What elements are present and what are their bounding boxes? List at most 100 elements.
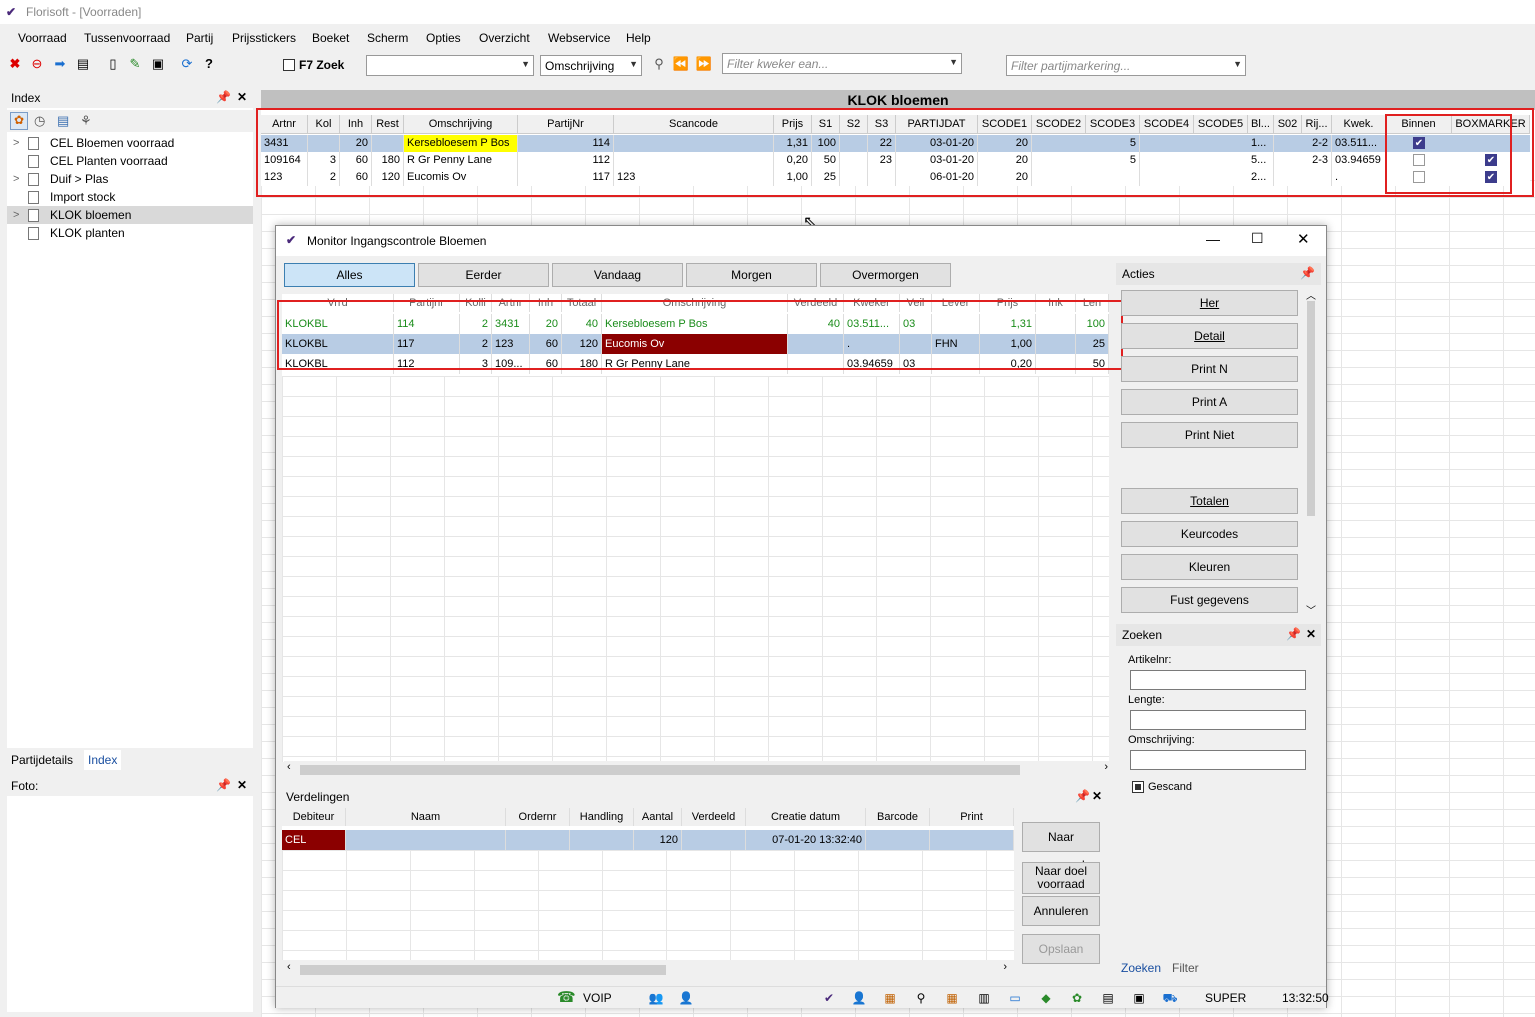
print-n-button[interactable]: Print N bbox=[1121, 356, 1298, 382]
next-icon[interactable]: ⏩ bbox=[695, 55, 713, 73]
tree-item-cel-bloemen[interactable]: > CEL Bloemen voorraad bbox=[7, 134, 253, 152]
users-icon[interactable]: 👥 bbox=[648, 990, 664, 1006]
tab-index[interactable]: Index bbox=[84, 750, 122, 770]
magnify-icon[interactable]: ⚲ bbox=[913, 990, 929, 1006]
lengte-input[interactable] bbox=[1130, 710, 1306, 730]
tab-partijdetails[interactable]: Partijdetails bbox=[11, 753, 73, 767]
scrollbar-thumb[interactable] bbox=[300, 965, 666, 975]
menu-scherm[interactable]: Scherm bbox=[367, 31, 408, 45]
flower-icon[interactable]: ✿ bbox=[10, 112, 28, 130]
tab-zoeken[interactable]: Zoeken bbox=[1121, 961, 1161, 975]
opslaan-button[interactable]: Opslaan bbox=[1022, 934, 1100, 964]
chevron-down-icon[interactable]: ﹀ bbox=[1306, 602, 1316, 617]
user-switch-icon[interactable]: 👤 bbox=[678, 990, 694, 1006]
acties-scrollbar[interactable]: ︿ ﹀ bbox=[1304, 287, 1318, 617]
forward-icon[interactable]: ➡ bbox=[51, 55, 69, 73]
chevron-left-icon[interactable]: ‹ bbox=[287, 961, 291, 973]
col-aantal[interactable]: Aantal bbox=[634, 808, 682, 826]
keurcodes-button[interactable]: Keurcodes bbox=[1121, 521, 1298, 547]
close-icon[interactable]: ✕ bbox=[1306, 627, 1316, 641]
menu-opties[interactable]: Opties bbox=[426, 31, 461, 45]
close-icon[interactable]: ✕ bbox=[1092, 789, 1102, 803]
verdelingen-scrollbar[interactable]: ‹ › bbox=[284, 961, 1010, 977]
gescand-checkbox[interactable] bbox=[1132, 781, 1144, 793]
tree-item-klok-bloemen[interactable]: > KLOK bloemen bbox=[7, 206, 253, 224]
tab-filter[interactable]: Filter bbox=[1172, 961, 1199, 975]
f7-checkbox[interactable] bbox=[283, 59, 295, 71]
artikelnr-input[interactable] bbox=[1130, 670, 1306, 690]
print-icon[interactable]: ▤ bbox=[74, 55, 92, 73]
col-barcode[interactable]: Barcode bbox=[866, 808, 930, 826]
filter-kweker-input[interactable]: Filter kweker ean... ▼ bbox=[722, 53, 962, 74]
close-icon[interactable]: ✕ bbox=[1297, 230, 1310, 248]
filter-alles-button[interactable]: Alles bbox=[284, 263, 415, 287]
folder-icon[interactable]: ▤ bbox=[57, 113, 69, 129]
annuleren-button[interactable]: Annuleren bbox=[1022, 896, 1100, 926]
monitor-grid-scrollbar[interactable]: ‹ › bbox=[284, 761, 1111, 777]
expand-icon[interactable]: > bbox=[13, 206, 19, 224]
stop-icon[interactable]: ⊖ bbox=[28, 55, 46, 73]
verdeling-row[interactable]: CEL 120 07-01-20 13:32:40 bbox=[282, 830, 1014, 850]
totalen-button[interactable]: Totalen bbox=[1121, 488, 1298, 514]
menu-help[interactable]: Help bbox=[626, 31, 651, 45]
delete-icon[interactable]: ✖ bbox=[6, 55, 24, 73]
naar-doel-voorraad-button[interactable]: Naar doel voorraad bbox=[1022, 862, 1100, 894]
chevron-right-icon[interactable]: › bbox=[1104, 761, 1108, 773]
menu-boeket[interactable]: Boeket bbox=[312, 31, 349, 45]
menu-voorraad[interactable]: Voorraad bbox=[18, 31, 67, 45]
trash-icon[interactable]: ▯ bbox=[104, 55, 122, 73]
kleuren-button[interactable]: Kleuren bbox=[1121, 554, 1298, 580]
help-icon[interactable]: ? bbox=[200, 55, 218, 73]
tree-item-klok-planten[interactable]: KLOK planten bbox=[7, 224, 253, 242]
minimize-icon[interactable]: — bbox=[1206, 231, 1220, 247]
chevron-right-icon[interactable]: › bbox=[1003, 961, 1007, 973]
calculator-icon[interactable]: ▤ bbox=[1100, 990, 1116, 1006]
pin-icon[interactable]: 📌 bbox=[1075, 789, 1090, 803]
voip-icon[interactable]: ☎ bbox=[557, 990, 576, 1006]
col-naam[interactable]: Naam bbox=[346, 808, 506, 826]
menu-webservice[interactable]: Webservice bbox=[548, 31, 610, 45]
menu-partij[interactable]: Partij bbox=[186, 31, 213, 45]
box-icon[interactable]: ▦ bbox=[882, 990, 898, 1006]
filter-morgen-button[interactable]: Morgen bbox=[686, 263, 817, 287]
network-icon[interactable]: ✿ bbox=[1069, 990, 1085, 1006]
clock-icon[interactable]: ◷ bbox=[34, 113, 45, 129]
refresh-icon[interactable]: ⟳ bbox=[178, 55, 196, 73]
florisoft-logo-icon[interactable]: ✔ bbox=[821, 990, 837, 1006]
scrollbar-thumb[interactable] bbox=[300, 765, 1020, 775]
money-icon[interactable]: ◆ bbox=[1038, 990, 1054, 1006]
col-handling[interactable]: Handling bbox=[570, 808, 634, 826]
network-icon[interactable]: ⚘ bbox=[80, 113, 92, 129]
col-verdeeld[interactable]: Verdeeld bbox=[682, 808, 746, 826]
filter-vandaag-button[interactable]: Vandaag bbox=[552, 263, 683, 287]
print-a-button[interactable]: Print A bbox=[1121, 389, 1298, 415]
col-ordernr[interactable]: Ordernr bbox=[506, 808, 570, 826]
scrollbar-thumb[interactable] bbox=[1307, 301, 1315, 516]
filter-overmorgen-button[interactable]: Overmorgen bbox=[820, 263, 951, 287]
close-icon[interactable]: ✕ bbox=[237, 778, 247, 792]
col-print[interactable]: Print bbox=[930, 808, 1014, 826]
fust-gegevens-button[interactable]: Fust gegevens bbox=[1121, 587, 1298, 613]
truck-icon[interactable]: ⛟ bbox=[1162, 990, 1178, 1006]
edit-icon[interactable]: ✎ bbox=[126, 55, 144, 73]
search-combo[interactable]: ▼ bbox=[366, 55, 534, 76]
search-icon[interactable]: ⚲ bbox=[650, 55, 668, 73]
expand-icon[interactable]: > bbox=[13, 134, 19, 152]
tree-item-duif-plas[interactable]: > Duif > Plas bbox=[7, 170, 253, 188]
naar-voorraad-button[interactable]: Naar voorraad bbox=[1022, 822, 1100, 872]
expand-icon[interactable]: > bbox=[13, 170, 19, 188]
col-creatie-datum[interactable]: Creatie datum bbox=[746, 808, 866, 826]
menu-overzicht[interactable]: Overzicht bbox=[479, 31, 530, 45]
chevron-up-icon[interactable]: ︿ bbox=[1306, 287, 1316, 302]
col-debiteur[interactable]: Debiteur bbox=[282, 808, 346, 826]
omschrijving-input[interactable] bbox=[1130, 750, 1306, 770]
shipment-icon[interactable]: ▦ bbox=[944, 990, 960, 1006]
barcode-icon[interactable]: ▥ bbox=[976, 990, 992, 1006]
filter-partij-input[interactable]: Filter partijmarkering... ▼ bbox=[1006, 55, 1246, 76]
menu-tussenvoorraad[interactable]: Tussenvoorraad bbox=[84, 31, 170, 45]
image-icon[interactable]: ▣ bbox=[149, 55, 167, 73]
chevron-left-icon[interactable]: ‹ bbox=[287, 761, 291, 773]
calendar-icon[interactable]: ▣ bbox=[1131, 990, 1147, 1006]
monitor-icon[interactable]: ▭ bbox=[1007, 990, 1023, 1006]
maximize-icon[interactable]: ☐ bbox=[1251, 230, 1264, 247]
